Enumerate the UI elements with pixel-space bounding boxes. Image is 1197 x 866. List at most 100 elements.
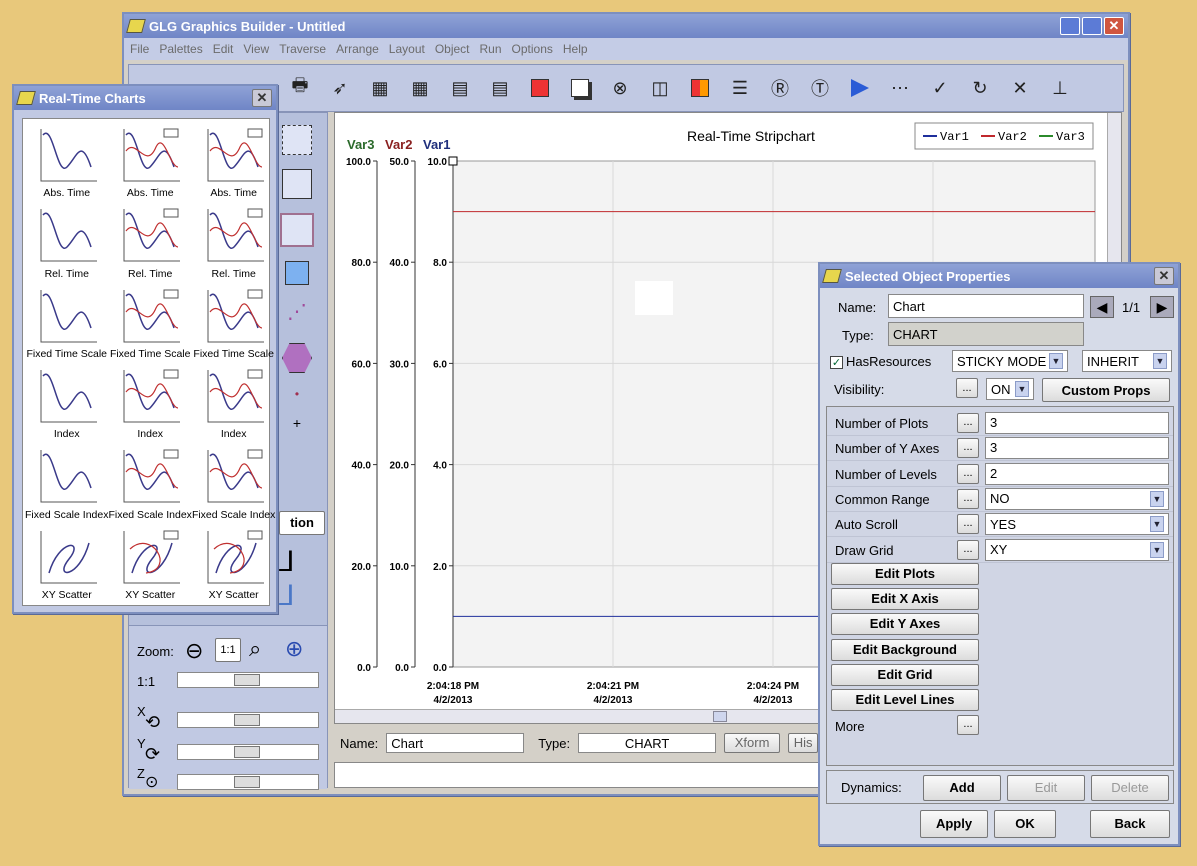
edit-property-button[interactable]: Edit Y Axes bbox=[831, 613, 979, 636]
menu-palettes[interactable]: Palettes bbox=[159, 42, 202, 56]
main-title-bar[interactable]: GLG Graphics Builder - Untitled bbox=[124, 14, 1128, 38]
zoom-window-icon[interactable]: ⌕ bbox=[249, 636, 261, 662]
chart-palette-item[interactable]: Fixed Scale Index bbox=[192, 442, 275, 522]
chart-palette-item[interactable]: Abs. Time bbox=[25, 121, 108, 201]
scale-icon[interactable]: ✕ bbox=[1005, 73, 1035, 103]
origin-icon[interactable]: ⊥ bbox=[1045, 73, 1075, 103]
point-tool-icon[interactable]: • bbox=[295, 387, 299, 401]
ungroup-icon[interactable]: ▦ bbox=[405, 73, 435, 103]
chart-palette-item[interactable]: Fixed Scale Index bbox=[25, 442, 108, 522]
command-field[interactable] bbox=[334, 762, 824, 788]
next-object-icon[interactable]: ▶ bbox=[1150, 296, 1174, 318]
rotate90-icon[interactable]: ↻ bbox=[965, 73, 995, 103]
more-dots-button[interactable]: ... bbox=[957, 715, 979, 735]
select-arrow-icon[interactable]: ➶ bbox=[325, 73, 355, 103]
chart-palette-item[interactable]: Abs. Time bbox=[108, 121, 191, 201]
chart-palette-item[interactable]: Rel. Time bbox=[108, 201, 191, 281]
back-button[interactable]: Back bbox=[1090, 810, 1170, 838]
bottom-name-field[interactable]: Chart bbox=[386, 733, 525, 753]
menu-layout[interactable]: Layout bbox=[389, 42, 425, 56]
chart-palette-item[interactable]: Fixed Time Scale bbox=[25, 282, 108, 362]
history-button[interactable]: His bbox=[788, 733, 819, 753]
chart-palette-item[interactable]: Index bbox=[108, 362, 191, 442]
props-title-bar[interactable]: Selected Object Properties bbox=[820, 264, 1178, 288]
delete-dynamics-button[interactable]: Delete bbox=[1091, 775, 1169, 801]
chart-palette-item[interactable]: XY Scatter bbox=[192, 523, 275, 603]
path-tool2-icon[interactable]: ⅃ bbox=[279, 579, 295, 612]
rotate-y-slider[interactable] bbox=[177, 744, 319, 760]
menu-options[interactable]: Options bbox=[512, 42, 553, 56]
rt-title-bar[interactable]: Real-Time Charts bbox=[14, 86, 276, 110]
front-icon[interactable] bbox=[525, 73, 555, 103]
menu-arrange[interactable]: Arrange bbox=[336, 42, 379, 56]
list-icon[interactable]: ☰ bbox=[725, 73, 755, 103]
chart-palette-item[interactable]: Rel. Time bbox=[25, 201, 108, 281]
property-dots-button[interactable]: ... bbox=[957, 463, 979, 484]
back-icon[interactable] bbox=[565, 73, 595, 103]
chart-palette-item[interactable]: Index bbox=[192, 362, 275, 442]
chart-tool-icon[interactable] bbox=[282, 125, 312, 155]
property-dots-button[interactable]: ... bbox=[957, 438, 979, 459]
delete-icon[interactable]: ⊗ bbox=[605, 73, 635, 103]
edit-property-button[interactable]: Edit Plots bbox=[831, 563, 979, 585]
property-value-field[interactable]: 3 bbox=[985, 437, 1169, 460]
align-icon[interactable]: ▤ bbox=[445, 73, 475, 103]
xform-button[interactable]: Xform bbox=[724, 733, 781, 753]
menu-edit[interactable]: Edit bbox=[213, 42, 234, 56]
edit-property-button[interactable]: Edit Grid bbox=[831, 663, 979, 686]
sticky-mode-select[interactable]: STICKY MODE ▼ bbox=[952, 350, 1068, 372]
grid-tool-icon[interactable] bbox=[285, 261, 309, 285]
property-select[interactable]: YES ▼ bbox=[985, 513, 1169, 536]
connector-tool-icon[interactable]: ⋰ bbox=[282, 299, 312, 329]
print-icon[interactable]: 🖶 bbox=[285, 73, 315, 103]
menu-file[interactable]: File bbox=[130, 42, 149, 56]
property-dots-button[interactable]: ... bbox=[957, 539, 979, 560]
property-dots-button[interactable]: ... bbox=[957, 488, 979, 509]
property-dots-button[interactable]: ... bbox=[957, 413, 979, 433]
points-icon[interactable]: ⋯ bbox=[885, 73, 915, 103]
menu-view[interactable]: View bbox=[243, 42, 269, 56]
scale-slider[interactable] bbox=[177, 672, 319, 688]
color-icon[interactable] bbox=[685, 73, 715, 103]
apply-button[interactable]: Apply bbox=[920, 810, 988, 838]
minimize-button[interactable] bbox=[1060, 17, 1080, 35]
maximize-button[interactable] bbox=[1082, 17, 1102, 35]
rotate-x-slider[interactable] bbox=[177, 712, 319, 728]
property-select[interactable]: NO ▼ bbox=[985, 487, 1169, 510]
menu-help[interactable]: Help bbox=[563, 42, 588, 56]
inherit-select[interactable]: INHERIT ▼ bbox=[1082, 350, 1172, 372]
chart-palette-item[interactable]: Fixed Time Scale bbox=[108, 282, 191, 362]
add-dynamics-button[interactable]: Add bbox=[923, 775, 1001, 801]
visibility-select[interactable]: ON ▼ bbox=[986, 378, 1034, 400]
property-select[interactable]: XY ▼ bbox=[985, 538, 1169, 561]
has-resources-checkbox[interactable]: ✓ bbox=[830, 356, 843, 369]
option-button[interactable]: tion bbox=[279, 511, 325, 535]
menu-traverse[interactable]: Traverse bbox=[279, 42, 326, 56]
custom-props-button[interactable]: Custom Props bbox=[1042, 378, 1170, 402]
edit-dynamics-button[interactable]: Edit bbox=[1007, 775, 1085, 801]
resource-icon[interactable]: Ⓡ bbox=[765, 73, 795, 103]
ok-button[interactable]: OK bbox=[994, 810, 1056, 838]
chart-palette-item[interactable]: Fixed Time Scale bbox=[192, 282, 275, 362]
chart-palette-item[interactable]: Index bbox=[25, 362, 108, 442]
align2-icon[interactable]: ▤ bbox=[485, 73, 515, 103]
rotate-z-slider[interactable] bbox=[177, 774, 319, 790]
chart-palette-item[interactable]: XY Scatter bbox=[108, 523, 191, 603]
check-icon[interactable]: ✓ bbox=[925, 73, 955, 103]
tag-icon[interactable]: Ⓣ bbox=[805, 73, 835, 103]
property-dots-button[interactable]: ... bbox=[957, 514, 979, 535]
chart-palette-item[interactable]: XY Scatter bbox=[25, 523, 108, 603]
chart-palette-item[interactable]: Rel. Time bbox=[192, 201, 275, 281]
edit-property-button[interactable]: Edit Background bbox=[831, 638, 979, 661]
props-close-button[interactable]: ✕ bbox=[1154, 267, 1174, 285]
chart-palette-item[interactable]: Abs. Time bbox=[192, 121, 275, 201]
group-icon[interactable]: ▦ bbox=[365, 73, 395, 103]
zoom-out-icon[interactable]: ⊖ bbox=[185, 638, 203, 664]
chart-tool2-icon[interactable] bbox=[282, 169, 312, 199]
close-button[interactable]: ✕ bbox=[1104, 17, 1124, 35]
edit-property-button[interactable]: Edit X Axis bbox=[831, 588, 979, 611]
menu-run[interactable]: Run bbox=[480, 42, 502, 56]
property-value-field[interactable]: 2 bbox=[985, 462, 1169, 485]
visibility-dots-button[interactable]: ... bbox=[956, 378, 978, 398]
marker-tool-icon[interactable]: + bbox=[293, 415, 301, 431]
